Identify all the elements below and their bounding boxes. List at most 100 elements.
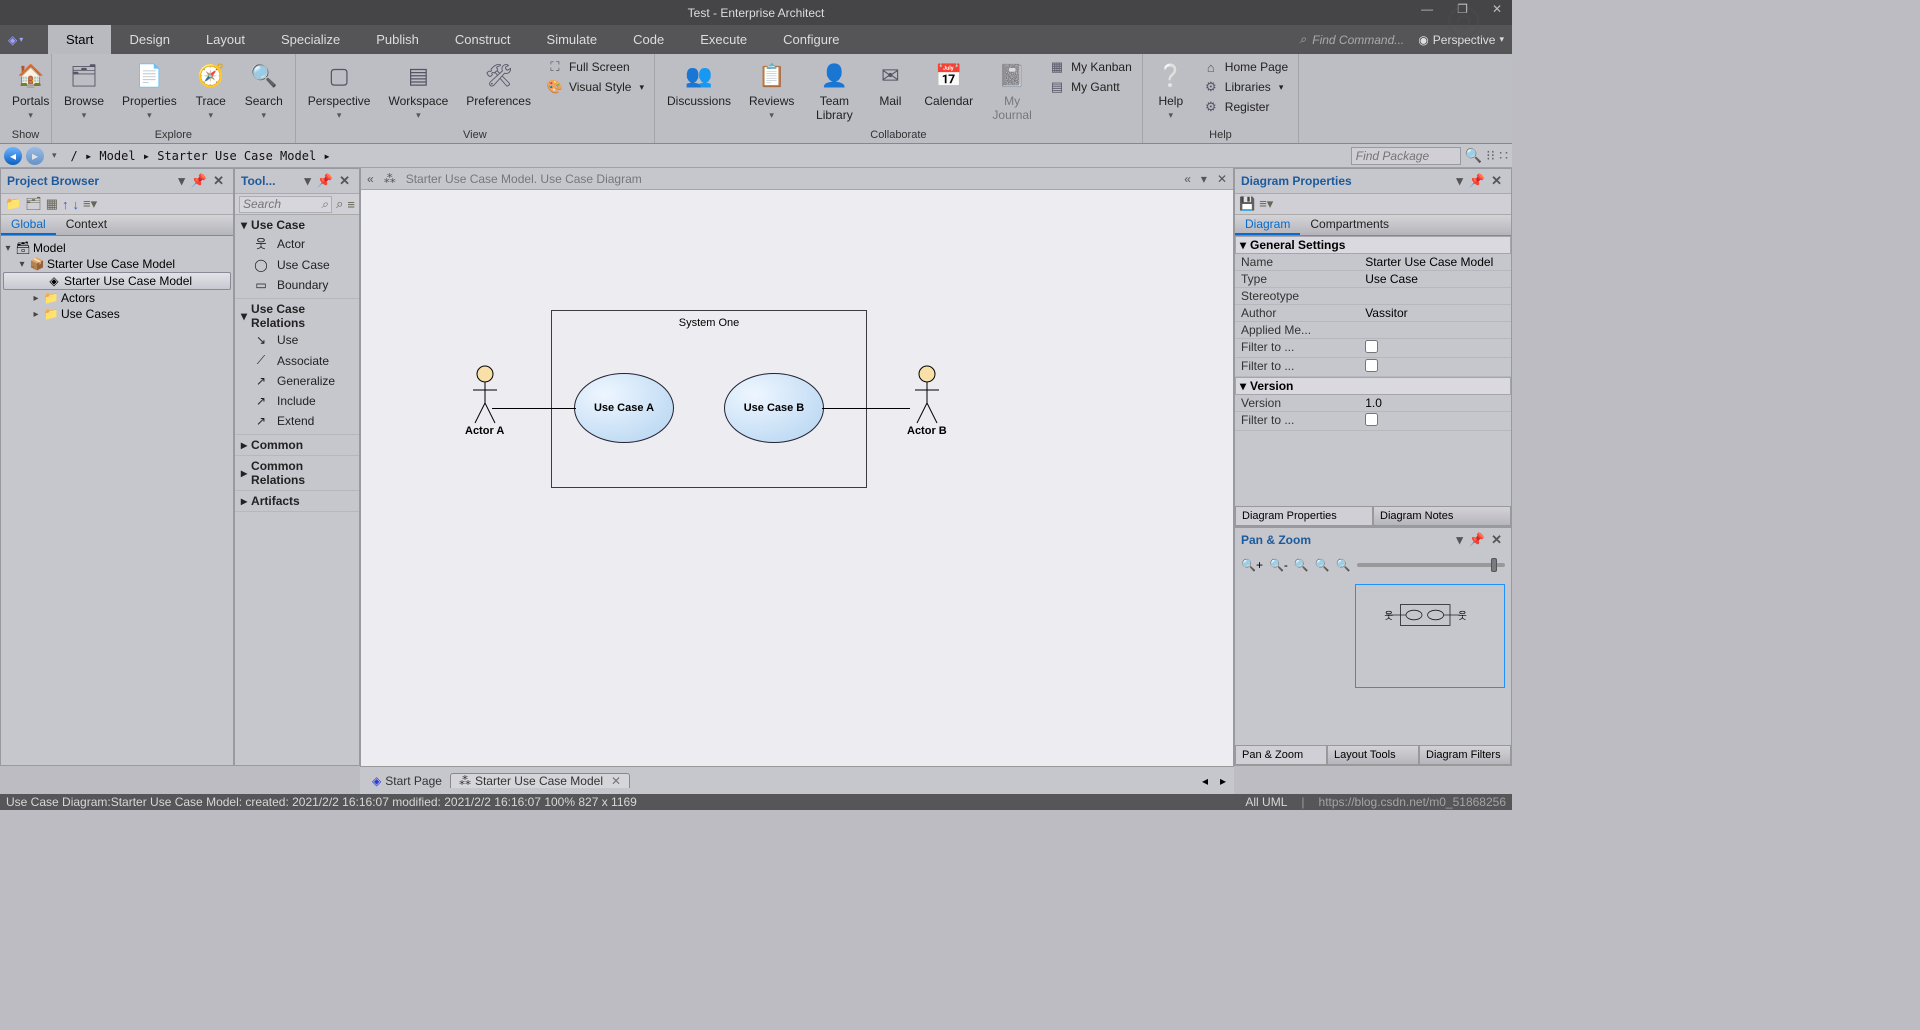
doc-tab-start[interactable]: ◈Start Page: [364, 774, 450, 788]
perspective-button[interactable]: ▢Perspective▾: [304, 58, 375, 123]
pb-new-icon[interactable]: 📁: [5, 196, 21, 212]
find-pkg-opt2-icon[interactable]: ∷: [1499, 147, 1508, 164]
pb-pin-icon[interactable]: 📌: [188, 173, 210, 189]
dp-dropdown-icon[interactable]: ▾: [1453, 173, 1466, 189]
help-button[interactable]: ❔Help▾: [1151, 58, 1191, 123]
zoom-slider[interactable]: [1357, 563, 1505, 567]
reviews-button[interactable]: 📋Reviews▾: [745, 58, 798, 123]
find-pkg-search-icon[interactable]: 🔍: [1465, 147, 1482, 164]
tb-sec-relations[interactable]: ▾Use Case Relations: [241, 302, 353, 330]
pb-dropdown-icon[interactable]: ▾: [175, 173, 188, 189]
tab-code[interactable]: Code: [615, 25, 682, 54]
footer-tab-layout[interactable]: Layout Tools: [1327, 745, 1419, 765]
prop-row-stereotype[interactable]: Stereotype: [1235, 288, 1511, 305]
tb-use[interactable]: ↘Use: [241, 330, 353, 350]
prop-row-type[interactable]: TypeUse Case: [1235, 271, 1511, 288]
diagram-canvas[interactable]: System One Use Case A Use Case B Actor A…: [361, 190, 1233, 766]
pb-up-icon[interactable]: ↑: [62, 197, 69, 212]
tree-node-model[interactable]: ▾🗃Model: [3, 240, 231, 256]
tabs-scroll-left-icon[interactable]: ◂: [1198, 774, 1212, 788]
pb-down-icon[interactable]: ↓: [73, 197, 80, 212]
tb-filter-icon[interactable]: ⌕: [336, 196, 343, 212]
tb-close-icon[interactable]: ✕: [336, 173, 353, 189]
pb-menu-icon[interactable]: ≡▾: [83, 196, 97, 212]
journal-button[interactable]: 📓My Journal: [987, 58, 1037, 124]
use-case-b[interactable]: Use Case B: [724, 373, 824, 443]
section-general[interactable]: ▾General Settings: [1235, 236, 1511, 254]
use-case-a[interactable]: Use Case A: [574, 373, 674, 443]
mail-button[interactable]: ✉Mail: [870, 58, 910, 110]
mykanban-button[interactable]: ▦My Kanban: [1047, 58, 1134, 76]
dp-save-icon[interactable]: 💾: [1239, 196, 1255, 212]
find-package-input[interactable]: [1351, 147, 1461, 165]
zoom-100-icon[interactable]: 🔍: [1336, 558, 1351, 572]
tab-configure[interactable]: Configure: [765, 25, 857, 54]
tree-node-usecases[interactable]: ▸📁Use Cases: [3, 306, 231, 322]
tb-dropdown-icon[interactable]: ▾: [301, 173, 314, 189]
pz-close-icon[interactable]: ✕: [1488, 532, 1505, 548]
pb-newpkg-icon[interactable]: 🗂: [25, 196, 42, 212]
filter2-checkbox[interactable]: [1365, 359, 1378, 372]
find-command[interactable]: ⌕ Find Command...: [1300, 25, 1419, 54]
libraries-button[interactable]: ⚙Libraries▾: [1201, 78, 1290, 96]
pb-close-icon[interactable]: ✕: [210, 173, 227, 189]
association-b[interactable]: [822, 408, 910, 409]
homepage-button[interactable]: ⌂Home Page: [1201, 58, 1290, 76]
pz-dropdown-icon[interactable]: ▾: [1453, 532, 1466, 548]
section-version[interactable]: ▾Version: [1235, 377, 1511, 395]
canvas-collapse-icon[interactable]: «: [367, 172, 374, 186]
canvas-mode-icon[interactable]: ⁂: [384, 172, 396, 186]
mygantt-button[interactable]: ▤My Gantt: [1047, 78, 1134, 96]
dp-tab-diagram[interactable]: Diagram: [1235, 215, 1300, 235]
minimize-button[interactable]: —: [1415, 0, 1439, 18]
actor-b[interactable]: Actor B: [907, 365, 947, 437]
portals-button[interactable]: 🏠Portals▾: [8, 58, 53, 123]
toolbox-search-input[interactable]: [243, 197, 321, 211]
tab-start[interactable]: Start: [48, 25, 111, 54]
zoom-slider-thumb[interactable]: [1491, 558, 1497, 572]
nav-fwd-button[interactable]: ▸: [26, 147, 44, 165]
browse-button[interactable]: 🗂Browse▾: [60, 58, 108, 123]
app-menu-icon[interactable]: ◈▾: [0, 25, 48, 54]
tree-node-starter-pkg[interactable]: ▾📦Starter Use Case Model: [3, 256, 231, 272]
tree-node-actors[interactable]: ▸📁Actors: [3, 290, 231, 306]
tb-pin-icon[interactable]: 📌: [314, 173, 336, 189]
tb-include[interactable]: ↗Include: [241, 391, 353, 411]
prop-row-author[interactable]: AuthorVassitor: [1235, 305, 1511, 322]
filter3-checkbox[interactable]: [1365, 413, 1378, 426]
tb-sec-common[interactable]: ▸Common: [241, 438, 353, 452]
tb-usecase[interactable]: ◯Use Case: [241, 255, 353, 275]
dp-menu-icon[interactable]: ≡▾: [1259, 196, 1273, 212]
pb-newdiag-icon[interactable]: ▦: [46, 196, 58, 212]
status-alluml[interactable]: All UML: [1245, 795, 1287, 809]
filter1-checkbox[interactable]: [1365, 340, 1378, 353]
search-button[interactable]: 🔍Search▾: [241, 58, 287, 123]
canvas-dd-icon[interactable]: ▾: [1201, 172, 1207, 186]
tab-execute[interactable]: Execute: [682, 25, 765, 54]
teamlib-button[interactable]: 👤Team Library: [808, 58, 860, 124]
zoom-sel-icon[interactable]: 🔍: [1315, 558, 1330, 572]
properties-button[interactable]: 📄Properties▾: [118, 58, 181, 123]
actor-a[interactable]: Actor A: [465, 365, 504, 437]
prop-row-filter1[interactable]: Filter to ...: [1235, 339, 1511, 358]
breadcrumb-trail[interactable]: / ▸ Model ▸ Starter Use Case Model ▸: [65, 149, 331, 163]
tb-menu-icon[interactable]: ≡: [347, 197, 355, 212]
zoom-out-icon[interactable]: 🔍-: [1269, 558, 1288, 572]
tabs-scroll-right-icon[interactable]: ▸: [1212, 774, 1234, 788]
zoom-in-icon[interactable]: 🔍+: [1241, 558, 1263, 572]
prop-row-name[interactable]: NameStarter Use Case Model: [1235, 254, 1511, 271]
dp-pin-icon[interactable]: 📌: [1466, 173, 1488, 189]
tb-actor[interactable]: 웃Actor: [241, 232, 353, 255]
minimap[interactable]: 웃웃: [1355, 584, 1505, 688]
pz-pin-icon[interactable]: 📌: [1466, 532, 1488, 548]
canvas-collapse2-icon[interactable]: «: [1184, 172, 1191, 186]
register-button[interactable]: ⚙Register: [1201, 98, 1290, 116]
tb-sec-artifacts[interactable]: ▸Artifacts: [241, 494, 353, 508]
prop-row-filter2[interactable]: Filter to ...: [1235, 358, 1511, 377]
tab-construct[interactable]: Construct: [437, 25, 529, 54]
association-a[interactable]: [492, 408, 576, 409]
calendar-button[interactable]: 📅Calendar: [920, 58, 977, 110]
tb-boundary[interactable]: ▭Boundary: [241, 275, 353, 295]
tb-sec-usecase[interactable]: ▾Use Case: [241, 218, 353, 232]
footer-tab-filters[interactable]: Diagram Filters: [1419, 745, 1511, 765]
